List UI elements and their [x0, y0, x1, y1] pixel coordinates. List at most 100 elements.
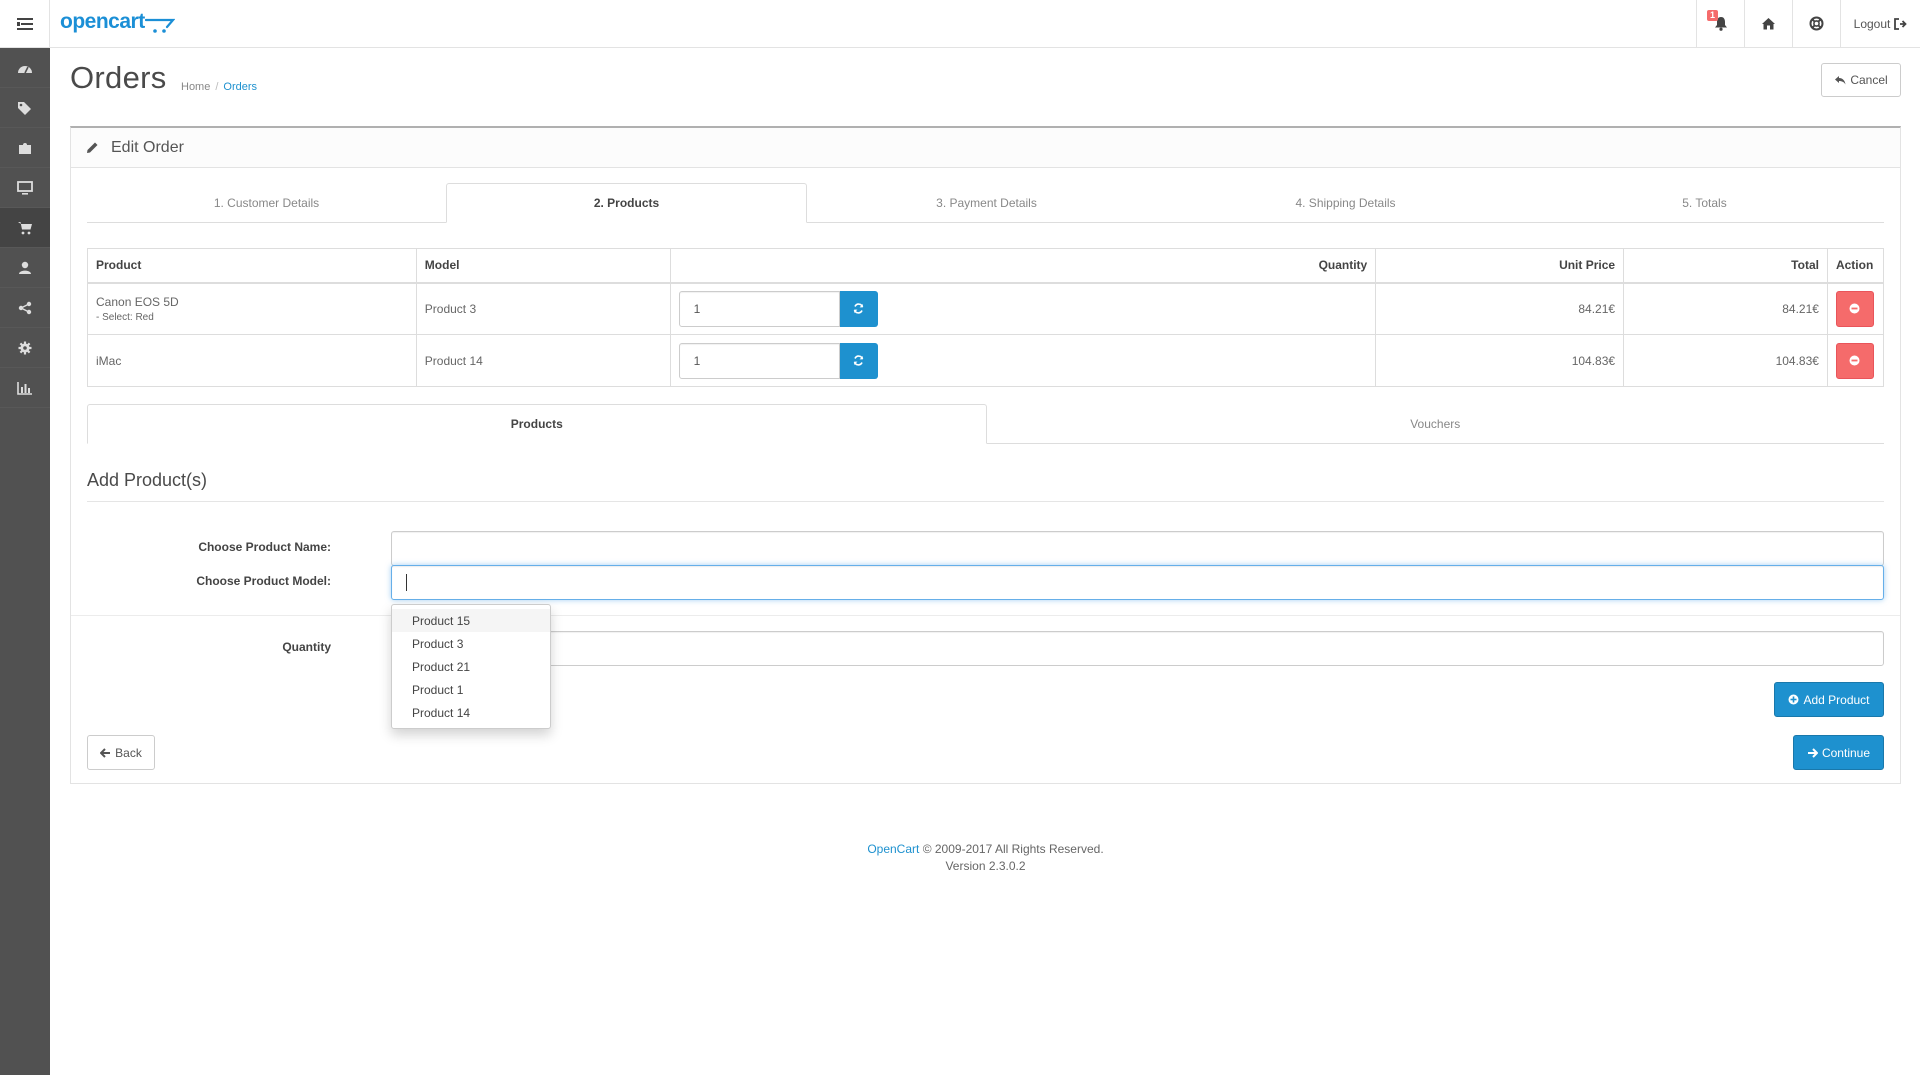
column-header-model: Model [415, 248, 671, 284]
logout-button[interactable]: Logout [1840, 0, 1920, 47]
cancel-label: Cancel [1850, 73, 1888, 87]
help-button[interactable] [1792, 0, 1840, 47]
quantity-input[interactable]: 1 [678, 342, 840, 379]
sidebar-item-customers[interactable] [0, 248, 50, 288]
action-cell [1826, 334, 1885, 387]
total-cell: 84.21€ [1623, 282, 1828, 335]
table-row: iMac Product 14 1 104.83€ 104.83€ [87, 334, 1885, 387]
tab-products[interactable]: 2. Products [446, 183, 807, 223]
text-cursor [406, 574, 407, 591]
shopping-cart-icon [18, 221, 32, 234]
opencart-link[interactable]: OpenCart [867, 842, 919, 856]
menu-toggle-button[interactable] [0, 0, 50, 47]
panel-title: Edit Order [111, 138, 184, 156]
back-button[interactable]: Back [87, 735, 155, 770]
breadcrumb-separator: / [215, 81, 219, 93]
home-icon [1762, 18, 1775, 30]
breadcrumb-home-link[interactable]: Home [181, 81, 210, 93]
product-name: Canon EOS 5D [96, 294, 179, 309]
column-header-unit-price: Unit Price [1375, 248, 1625, 284]
cog-icon [18, 341, 32, 354]
logo-text: opencart [60, 10, 145, 33]
desktop-icon [17, 180, 33, 195]
tab-vouchers[interactable]: Vouchers [987, 404, 1885, 444]
sidebar-item-design[interactable] [0, 168, 50, 208]
notifications-button[interactable]: 1 [1696, 0, 1744, 47]
unit-price-cell: 104.83€ [1375, 334, 1625, 387]
product-model-input[interactable] [391, 565, 1884, 600]
reply-icon [1835, 76, 1846, 85]
version-text: Version 2.3.0.2 [945, 859, 1026, 873]
form-divider [71, 615, 1900, 616]
product-voucher-tabs: Products Vouchers [87, 404, 1884, 444]
sidebar-item-sales[interactable] [0, 208, 50, 248]
tags-icon [18, 101, 31, 115]
sidebar-item-marketing[interactable] [0, 288, 50, 328]
tab-shipping-details[interactable]: 4. Shipping Details [1166, 183, 1525, 223]
remove-product-button[interactable] [1835, 290, 1874, 327]
plus-circle-icon [1788, 694, 1799, 705]
total-cell: 104.83€ [1623, 334, 1828, 387]
autocomplete-item[interactable]: Product 15 [392, 609, 550, 632]
tab-products-sub[interactable]: Products [87, 404, 987, 444]
dashboard-icon [18, 65, 32, 73]
puzzle-icon [19, 142, 31, 154]
copyright-line: OpenCart © 2009-2017 All Rights Reserved… [70, 841, 1901, 858]
tab-customer-details[interactable]: 1. Customer Details [87, 183, 446, 223]
model-autocomplete-dropdown: Product 15 Product 3 Product 21 Product … [391, 604, 551, 729]
minus-circle-icon [1849, 303, 1860, 314]
product-name-label: Choose Product Name: [198, 540, 331, 554]
column-header-action: Action [1826, 248, 1885, 284]
product-name-input[interactable] [391, 531, 1884, 566]
autocomplete-item[interactable]: Product 3 [392, 632, 550, 655]
sidebar-nav [0, 48, 50, 1075]
store-home-button[interactable] [1744, 0, 1792, 47]
tab-payment-details[interactable]: 3. Payment Details [807, 183, 1166, 223]
quantity-input[interactable]: 1 [678, 290, 840, 327]
autocomplete-item[interactable]: Product 14 [392, 701, 550, 724]
remove-product-button[interactable] [1835, 342, 1874, 379]
product-cell: Canon EOS 5D - Select: Red [87, 282, 417, 335]
sidebar-item-reports[interactable] [0, 368, 50, 408]
notification-badge: 1 [1707, 10, 1719, 21]
autocomplete-item[interactable]: Product 1 [392, 678, 550, 701]
edit-order-panel: Edit Order 1. Customer Details 2. Produc… [70, 126, 1901, 784]
quantity-cell: 1 [669, 282, 1377, 335]
column-header-quantity: Quantity [669, 248, 1377, 284]
share-icon [18, 301, 32, 314]
breadcrumb: Home / Orders [181, 81, 257, 93]
tab-totals[interactable]: 5. Totals [1525, 183, 1884, 223]
product-option: - Select: Red [96, 311, 154, 323]
add-quantity-input[interactable] [391, 631, 1884, 666]
model-cell: Product 14 [415, 334, 671, 387]
sidebar-item-extensions[interactable] [0, 128, 50, 168]
quantity-group: 1 [678, 342, 1368, 379]
refresh-icon [853, 303, 864, 314]
pencil-icon [87, 142, 98, 153]
menu-icon [16, 17, 33, 30]
column-header-total: Total [1623, 248, 1828, 284]
cancel-button[interactable]: Cancel [1821, 63, 1901, 97]
breadcrumb-orders-link[interactable]: Orders [223, 81, 257, 93]
refresh-quantity-button[interactable] [839, 290, 878, 327]
add-product-button[interactable]: Add Product [1774, 682, 1884, 717]
column-header-product: Product [87, 248, 417, 284]
sidebar-item-catalog[interactable] [0, 88, 50, 128]
autocomplete-item[interactable]: Product 21 [392, 655, 550, 678]
action-cell [1826, 282, 1885, 335]
quantity-group: 1 [678, 290, 1368, 327]
logo-cart-icon [144, 18, 175, 33]
life-ring-icon [1809, 16, 1824, 31]
continue-button[interactable]: Continue [1793, 735, 1884, 770]
opencart-logo[interactable]: opencart [60, 10, 175, 34]
logout-label: Logout [1853, 16, 1891, 31]
model-cell: Product 3 [415, 282, 671, 335]
sidebar-item-dashboard[interactable] [0, 48, 50, 88]
sidebar-item-system[interactable] [0, 328, 50, 368]
refresh-quantity-button[interactable] [839, 342, 878, 379]
arrow-right-icon [1807, 747, 1818, 758]
order-steps-tabs: 1. Customer Details 2. Products 3. Payme… [87, 183, 1884, 223]
continue-label: Continue [1821, 745, 1871, 760]
page-title: Orders [70, 60, 167, 95]
copyright-text: © 2009-2017 All Rights Reserved. [922, 842, 1104, 856]
